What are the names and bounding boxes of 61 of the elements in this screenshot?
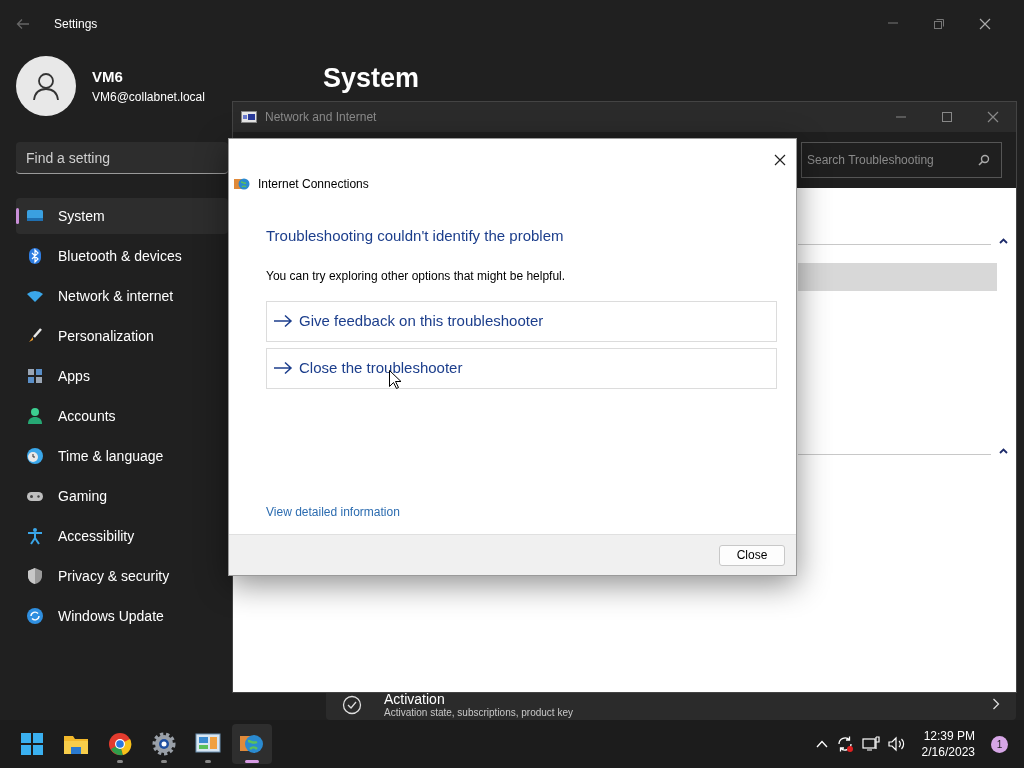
close-icon [987,111,999,123]
sidebar-item[interactable]: Apps [16,358,228,394]
sidebar-item[interactable]: Time & language [16,438,228,474]
chevron-right-icon [992,698,1000,710]
option-link[interactable]: Close the troubleshooter [266,347,777,389]
window-title: Settings [54,16,98,33]
volume-icon[interactable] [887,736,906,752]
notification-badge[interactable]: 1 [991,735,1008,753]
taskbar-app[interactable] [232,724,272,764]
sidebar-item[interactable]: Gaming [16,478,228,514]
search-field[interactable]: Search Troubleshooting [801,142,1002,178]
user-email: VM6@collabnet.local [92,89,205,107]
dialog-heading: Troubleshooting couldn't identify the problem [266,226,565,246]
option-link[interactable]: Give feedback on this troubleshooter [266,300,777,342]
dialog-title: Internet Connections [258,176,369,193]
start-icon [19,731,45,757]
sidebar-item[interactable]: Bluetooth & devices [16,238,228,274]
gear-icon [151,731,177,757]
network-app-icon [241,111,257,123]
close-icon [774,153,786,166]
window-title: Network and Internet [265,109,377,126]
checkmark-icon [342,695,362,715]
arrow-icon [273,361,293,375]
globe-icon [234,177,250,191]
sidebar-item[interactable]: Accounts [16,398,228,434]
sidebar-item[interactable]: Windows Update [16,598,228,634]
browser-icon [107,731,133,757]
avatar [16,56,76,116]
brush-icon [26,327,44,345]
restore-icon [933,18,945,30]
chevron-up-icon[interactable] [999,448,1008,454]
clock-time: 12:39 PM [922,728,975,744]
search-icon[interactable] [978,154,990,166]
back-icon[interactable] [16,17,30,31]
close-icon [979,18,991,30]
details-link[interactable]: View detailed information [266,503,400,521]
sidebar-item[interactable]: Personalization [16,318,228,354]
clock-icon [26,447,44,465]
clock-date: 2/16/2023 [921,744,975,760]
sidebar-item[interactable]: Accessibility [16,518,228,554]
row-subtitle: Activation state, subscriptions, product key [384,707,573,718]
accessibility-icon [26,527,44,545]
row-title: Activation [384,692,446,707]
page-title: System [323,62,420,95]
apps-icon [26,367,44,385]
arrow-icon [273,314,293,328]
user-name: VM6 [92,66,124,87]
shield-icon [26,567,44,585]
maximize-icon [941,111,953,123]
sidebar-item[interactable]: Privacy & security [16,558,228,594]
sync-icon [26,607,44,625]
close-button[interactable]: Close [719,544,785,566]
chevron-up-icon[interactable] [999,238,1008,244]
person-icon [26,407,44,425]
network-icon[interactable] [861,736,880,752]
dialog-message: You can try exploring other options that might be helpful. [266,267,567,285]
search-field[interactable]: Find a setting [16,142,228,174]
bluetooth-icon [26,247,44,265]
sync-icon[interactable] [835,735,854,753]
sidebar-item[interactable]: System [16,198,228,234]
sidebar-item[interactable]: Network & internet [16,278,228,314]
